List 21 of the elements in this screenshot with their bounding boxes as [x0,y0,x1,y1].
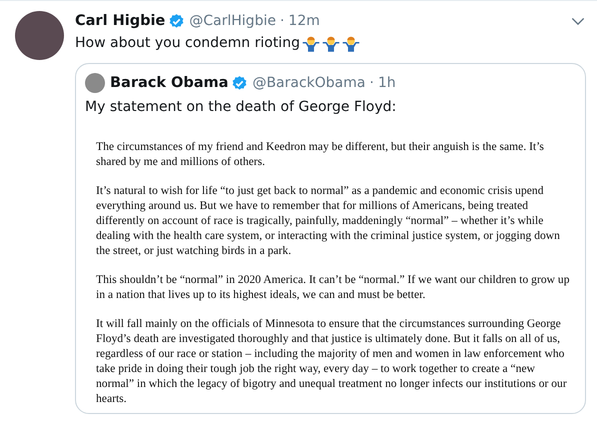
separator: · [369,75,374,91]
tweet-text: How about you condemn rioting [75,35,300,51]
author-handle: @BarackObama [252,75,366,91]
document-paragraph: It’s natural to wish for life “to just get back to normal” as a pandemic and economic crisis upend everything around us. But we have to remember that for millions of Americans, being treated differently on account of race is tragically, painfully, maddeningly “normal” – whether it’s while dealing with the health care system, or interacting with the criminal justice system, or jogging down the street, or just watching birds in a park. [96,183,561,258]
author-name[interactable]: Carl Higbie [75,13,166,29]
document-paragraph: It will fall mainly on the officials of Minnesota to ensure that the circumstances surrounding George Floyd’s death are investigated thoroughly and that justice is ultimately done. But it falls on all of us, regardless of our race or station – including the majority of men and women in law enforcement who take pride in doing their tough job the right way, every day – to work together to create a “new normal” in which the legacy of bigotry and unequal treatment no longer infects our institutions or our hearts. [96,316,568,406]
quoted-tweet-card[interactable] [75,63,586,414]
timestamp[interactable]: 12m [288,13,320,29]
document-paragraph: This shouldn’t be “normal” in 2020 America. It can’t be “normal.” If we want our children to grow up in a nation that lives up to its highest ideals, we can and must be better. [96,272,570,302]
shrugging-man-icon [342,34,360,52]
author-name: Barack Obama [110,75,228,91]
shrugging-man-icon [322,34,340,52]
avatar [85,73,105,93]
author-handle[interactable]: @CarlHigbie [189,13,276,29]
caret-icon[interactable] [571,16,585,26]
quoted-tweet-text: My statement on the death of George Floyd: [84,99,398,115]
shrugging-man-icon [302,34,320,52]
timestamp: 1h [378,75,396,91]
document-paragraph: The circumstances of my friend and Keedron may be different, but their anguish is the same. It’s shared by me and millions of others. [96,139,545,169]
separator: · [280,13,284,29]
avatar[interactable] [15,11,64,60]
